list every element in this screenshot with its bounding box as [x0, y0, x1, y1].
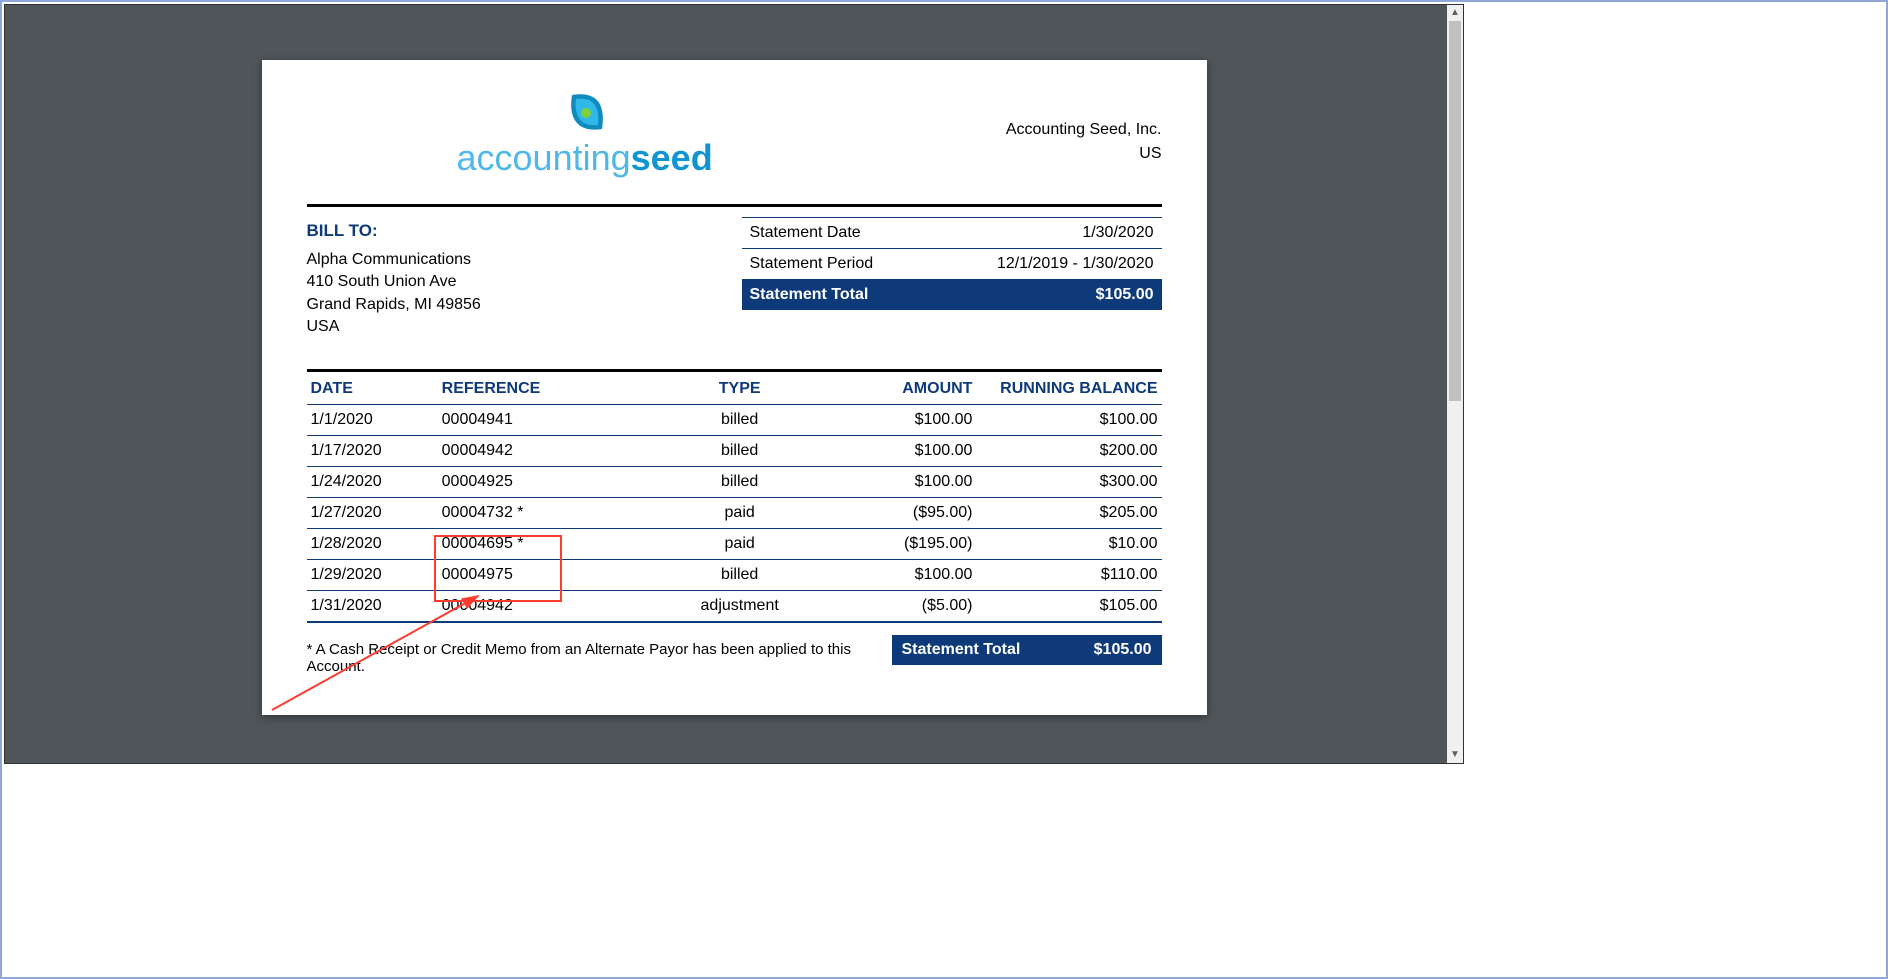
cell-amount: $100.00 — [828, 435, 977, 466]
statement-total-value: $105.00 — [1096, 286, 1154, 304]
scroll-thumb[interactable] — [1449, 21, 1461, 401]
col-type: TYPE — [652, 372, 828, 405]
alternate-payor-footnote: * A Cash Receipt or Credit Memo from an … — [307, 635, 892, 675]
table-row: 1/27/202000004732 *paid($95.00)$205.00 — [307, 497, 1162, 528]
cell-reference: 00004942 — [438, 435, 652, 466]
col-amount: AMOUNT — [828, 372, 977, 405]
footer-statement-total: Statement Total $105.00 — [892, 635, 1162, 665]
cell-balance: $110.00 — [976, 559, 1161, 590]
table-row: 1/24/202000004925billed$100.00$300.00 — [307, 466, 1162, 497]
cell-type: paid — [652, 497, 828, 528]
cell-reference: 00004941 — [438, 404, 652, 435]
cell-type: billed — [652, 559, 828, 590]
table-row: 1/31/202000004942adjustment($5.00)$105.0… — [307, 590, 1162, 622]
footer-total-value: $105.00 — [1094, 641, 1152, 659]
cell-balance: $10.00 — [976, 528, 1161, 559]
company-name: Accounting Seed, Inc. — [1006, 118, 1162, 142]
cell-date: 1/28/2020 — [307, 528, 438, 559]
bill-to-label: BILL TO: — [307, 217, 707, 249]
scroll-down-arrow[interactable]: ▼ — [1447, 747, 1463, 763]
billto-name: Alpha Communications — [307, 249, 707, 271]
statement-total-label: Statement Total — [750, 286, 869, 304]
statement-date-label: Statement Date — [750, 224, 861, 242]
cell-reference: 00004925 — [438, 466, 652, 497]
cell-date: 1/17/2020 — [307, 435, 438, 466]
cell-amount: ($95.00) — [828, 497, 977, 528]
statement-date-value: 1/30/2020 — [1082, 224, 1153, 242]
cell-date: 1/27/2020 — [307, 497, 438, 528]
cell-date: 1/29/2020 — [307, 559, 438, 590]
cell-date: 1/1/2020 — [307, 404, 438, 435]
cell-reference: 00004732 * — [438, 497, 652, 528]
table-row: 1/29/202000004975billed$100.00$110.00 — [307, 559, 1162, 590]
cell-balance: $300.00 — [976, 466, 1161, 497]
statement-period-label: Statement Period — [750, 255, 874, 273]
cell-type: billed — [652, 466, 828, 497]
cell-balance: $200.00 — [976, 435, 1161, 466]
cell-amount: $100.00 — [828, 466, 977, 497]
cell-reference: 00004975 — [438, 559, 652, 590]
billto-country: USA — [307, 316, 707, 338]
statement-table: DATE REFERENCE TYPE AMOUNT RUNNING BALAN… — [307, 372, 1162, 623]
leaf-icon — [561, 88, 609, 136]
cell-balance: $100.00 — [976, 404, 1161, 435]
cell-amount: ($195.00) — [828, 528, 977, 559]
billto-street: 410 South Union Ave — [307, 271, 707, 293]
col-balance: RUNNING BALANCE — [976, 372, 1161, 405]
cell-date: 1/24/2020 — [307, 466, 438, 497]
cell-reference: 00004695 * — [438, 528, 652, 559]
scroll-up-arrow[interactable]: ▲ — [1447, 5, 1463, 21]
brand-logo: accountingseed — [457, 88, 713, 176]
vertical-scrollbar[interactable]: ▲ ▼ — [1447, 5, 1463, 763]
logo-word-accounting: accounting — [457, 137, 631, 178]
pdf-viewer-frame: ▲ ▼ accountingseed — [4, 4, 1464, 764]
statement-period-value: 12/1/2019 - 1/30/2020 — [997, 255, 1154, 273]
billto-city: Grand Rapids, MI 49856 — [307, 294, 707, 316]
company-country: US — [1006, 142, 1162, 166]
cell-date: 1/31/2020 — [307, 590, 438, 622]
cell-balance: $205.00 — [976, 497, 1161, 528]
cell-type: paid — [652, 528, 828, 559]
cell-reference: 00004942 — [438, 590, 652, 622]
cell-type: billed — [652, 404, 828, 435]
col-reference: REFERENCE — [438, 372, 652, 405]
cell-amount: ($5.00) — [828, 590, 977, 622]
col-date: DATE — [307, 372, 438, 405]
statement-document: accountingseed Accounting Seed, Inc. US … — [262, 60, 1207, 715]
table-row: 1/1/202000004941billed$100.00$100.00 — [307, 404, 1162, 435]
logo-word-seed: seed — [631, 137, 713, 178]
cell-type: adjustment — [652, 590, 828, 622]
table-row: 1/28/202000004695 *paid($195.00)$10.00 — [307, 528, 1162, 559]
header-rule — [307, 204, 1162, 207]
cell-balance: $105.00 — [976, 590, 1161, 622]
cell-type: billed — [652, 435, 828, 466]
cell-amount: $100.00 — [828, 559, 977, 590]
footer-total-label: Statement Total — [902, 641, 1021, 659]
table-row: 1/17/202000004942billed$100.00$200.00 — [307, 435, 1162, 466]
cell-amount: $100.00 — [828, 404, 977, 435]
